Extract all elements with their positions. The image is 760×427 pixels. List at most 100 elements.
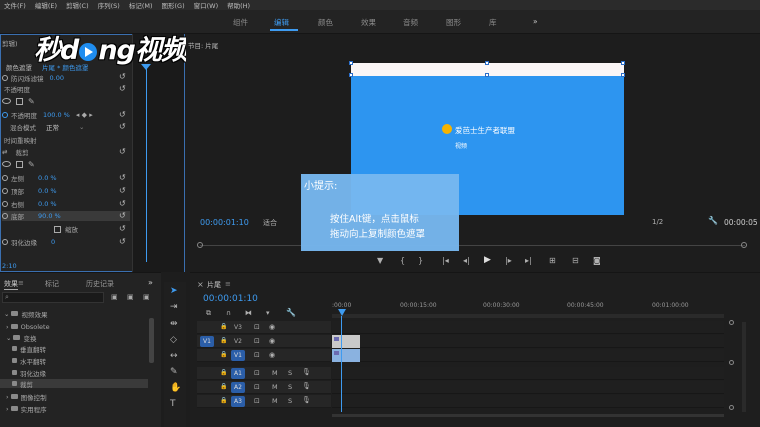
track-lane-a1[interactable] (332, 367, 724, 380)
reset-icon[interactable]: ↺ (119, 84, 126, 93)
transform-handle[interactable] (485, 73, 489, 77)
menu-help[interactable]: 帮助(H) (227, 0, 250, 10)
menu-marker[interactable]: 标记(M) (129, 0, 153, 10)
program-timecode[interactable]: 00:00:01:10 (200, 218, 249, 227)
lock-icon[interactable]: 🔒 (220, 383, 227, 390)
stopwatch-icon[interactable] (2, 213, 8, 219)
tab-audio[interactable]: 音频 (403, 17, 418, 28)
mute-button[interactable]: M (272, 397, 278, 405)
solo-button[interactable]: S (288, 383, 292, 391)
stopwatch-icon[interactable] (2, 112, 8, 118)
step-forward-icon[interactable]: |▸ (505, 256, 512, 265)
transform-handle[interactable] (485, 61, 489, 65)
add-marker-icon[interactable]: ▾ (266, 309, 270, 317)
accelerated-filter-icon[interactable]: ▣ (111, 293, 118, 301)
sequence-tab[interactable]: 片尾 (207, 280, 221, 290)
program-scrub-bar[interactable] (200, 245, 745, 246)
fx-toggle-icon[interactable]: ⇄ (2, 148, 7, 156)
timeline-scroll-handle[interactable] (729, 360, 734, 365)
go-to-out-icon[interactable]: ▸| (525, 256, 532, 265)
play-button[interactable]: ▶ (484, 255, 491, 265)
go-to-in-icon[interactable]: |◂ (442, 256, 449, 265)
track-name-a2[interactable]: A2 (231, 382, 245, 393)
ellipse-mask-icon[interactable] (2, 98, 11, 104)
pen-tool-icon[interactable]: ✎ (170, 367, 178, 377)
resolution-select[interactable]: 1/2 (652, 218, 663, 226)
tab-color[interactable]: 颜色 (318, 17, 333, 28)
reset-icon[interactable]: ↺ (119, 199, 126, 208)
timeline-horizontal-scrollbar[interactable] (332, 414, 724, 417)
hand-tool-icon[interactable]: ✋ (170, 383, 181, 393)
eye-icon[interactable]: ◉ (269, 323, 275, 331)
step-back-icon[interactable]: ◂| (463, 256, 470, 265)
tab-effects[interactable]: 效果 (361, 17, 376, 28)
lock-icon[interactable]: 🔒 (220, 323, 227, 330)
fx-folder-utility[interactable]: › 实用程序 (6, 404, 47, 414)
mute-button[interactable]: M (272, 369, 278, 377)
reset-icon[interactable]: ↺ (119, 211, 126, 220)
sync-lock-icon[interactable]: ⊡ (254, 351, 260, 359)
tab-assembly[interactable]: 组件 (233, 17, 248, 28)
fx-folder-video-effects[interactable]: ⌄ 视频效果 (4, 309, 47, 319)
eye-icon[interactable]: ◉ (269, 337, 275, 345)
effects-scrollbar[interactable] (149, 318, 154, 363)
lock-icon[interactable]: 🔒 (220, 397, 227, 404)
overwrite-icon[interactable]: ⊟ (572, 256, 579, 265)
wrench-icon[interactable]: 🔧 (286, 308, 296, 317)
stopwatch-icon[interactable] (2, 201, 8, 207)
timeline-timecode[interactable]: 00:00:01:10 (203, 294, 258, 304)
reset-icon[interactable]: ↺ (119, 186, 126, 195)
nest-icon[interactable]: ⧉ (206, 309, 211, 318)
stopwatch-icon[interactable] (2, 175, 8, 181)
camera-icon[interactable]: ◙ (593, 256, 601, 265)
rectangle-mask-icon[interactable] (16, 97, 23, 105)
sync-lock-icon[interactable]: ⊡ (254, 337, 260, 345)
reset-icon[interactable]: ↺ (119, 237, 126, 246)
tab-editing[interactable]: 编辑 (274, 17, 289, 28)
effects-search-input[interactable] (2, 292, 104, 303)
transform-handle[interactable] (621, 73, 625, 77)
microphone-icon[interactable]: 🎙 (302, 382, 311, 390)
rectangle-mask-icon[interactable] (16, 160, 23, 168)
selection-tool-icon[interactable]: ➤ (170, 286, 178, 296)
track-name-a1[interactable]: A1 (231, 368, 245, 379)
zoom-checkbox[interactable] (54, 225, 61, 233)
reset-icon[interactable]: ↺ (119, 173, 126, 182)
track-name-a3[interactable]: A3 (231, 396, 245, 407)
mute-button[interactable]: M (272, 383, 278, 391)
menu-clip[interactable]: 剪辑(C) (66, 0, 89, 10)
razor-tool-icon[interactable]: ◇ (170, 335, 177, 345)
effect-controls-tab-label[interactable]: 剪辑) (2, 38, 18, 48)
sync-lock-icon[interactable]: ⊡ (254, 397, 260, 405)
wrench-icon[interactable]: 🔧 (708, 216, 718, 225)
lock-icon[interactable]: 🔒 (220, 369, 227, 376)
track-lane-v1[interactable] (332, 349, 724, 362)
fx-horizontal-flip[interactable]: 水平翻转 (12, 356, 46, 366)
timeline-scroll-handle[interactable] (729, 320, 734, 325)
tab-effects-panel[interactable]: 效果 (4, 279, 18, 290)
workspace-more-button[interactable]: » (533, 17, 538, 26)
stopwatch-icon[interactable] (2, 188, 8, 194)
menu-edit[interactable]: 编辑(E) (35, 0, 57, 10)
stopwatch-icon[interactable] (2, 239, 8, 245)
tab-graphics[interactable]: 图形 (446, 17, 461, 28)
eye-icon[interactable]: ◉ (269, 351, 275, 359)
reset-icon[interactable]: ↺ (119, 110, 126, 119)
mark-out-icon[interactable]: } (418, 256, 423, 265)
sync-lock-icon[interactable]: ⊡ (254, 369, 260, 377)
scrub-start-handle[interactable] (197, 242, 203, 248)
linked-selection-icon[interactable]: ⧓ (245, 309, 252, 317)
tab-libraries[interactable]: 库 (489, 17, 497, 28)
track-select-tool-icon[interactable]: ⇥ (170, 302, 178, 312)
transform-handle[interactable] (349, 73, 353, 77)
lock-icon[interactable]: 🔒 (220, 337, 227, 344)
microphone-icon[interactable]: 🎙 (302, 396, 311, 404)
32bit-filter-icon[interactable]: ▣ (127, 293, 134, 301)
program-monitor-title[interactable]: 节目: 片尾 (188, 40, 218, 50)
slip-tool-icon[interactable]: ↔ (170, 351, 178, 361)
keyframe-nav-icon[interactable]: ◂ ◆ ▸ (76, 111, 93, 119)
add-marker-icon[interactable]: ▼ (377, 256, 383, 265)
close-sequence-icon[interactable]: × (197, 280, 204, 289)
reset-icon[interactable]: ↺ (119, 72, 126, 81)
work-area-bar[interactable] (332, 314, 724, 318)
